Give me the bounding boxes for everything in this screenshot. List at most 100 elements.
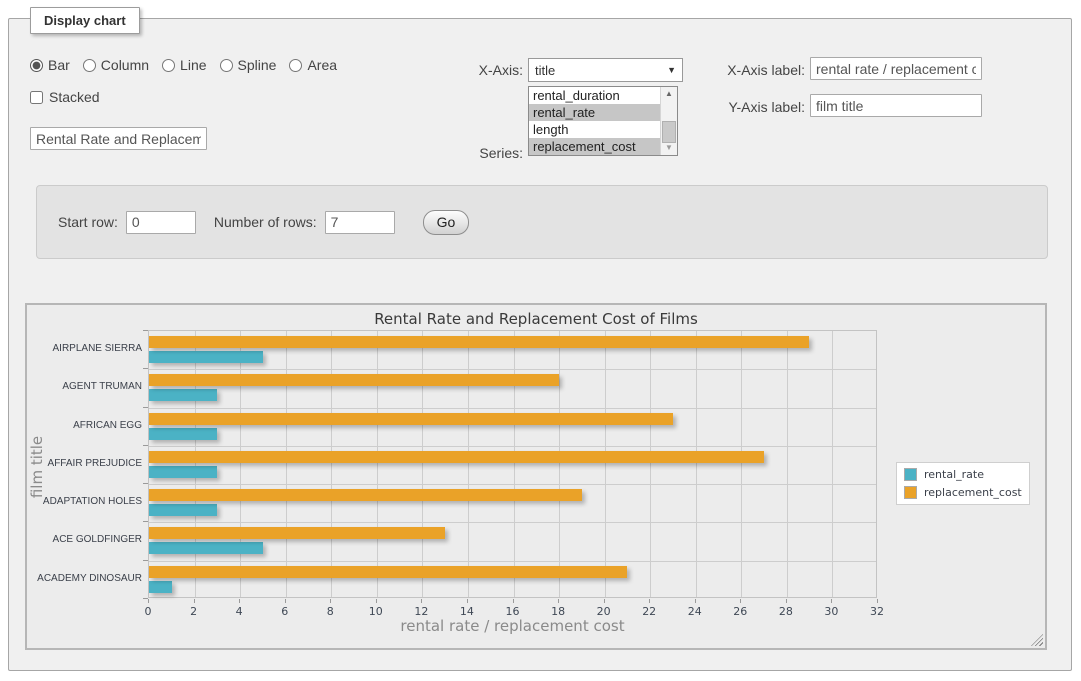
- series-scrollbar[interactable]: ▲ ▼: [660, 87, 677, 155]
- x-tick-mark: [695, 599, 696, 603]
- category-label: AFRICAN EGG: [29, 420, 142, 432]
- gridline-vertical: [331, 331, 332, 597]
- gridline-vertical: [696, 331, 697, 597]
- gridline-vertical: [559, 331, 560, 597]
- stacked-checkbox[interactable]: [30, 91, 43, 104]
- chart-type-radio-group: Bar Column Line Spline Area: [30, 57, 337, 73]
- y-tick-mark: [143, 407, 148, 408]
- x-axis-selected-value: title: [529, 63, 667, 78]
- series-option-rental-rate[interactable]: rental_rate: [529, 104, 660, 121]
- chart-plot-area: [148, 330, 877, 598]
- chart-type-option-area[interactable]: Area: [289, 57, 337, 73]
- x-tick-mark: [513, 599, 514, 603]
- chart-type-label-column: Column: [101, 57, 149, 73]
- chart-type-option-column[interactable]: Column: [83, 57, 149, 73]
- x-tick-mark: [740, 599, 741, 603]
- series-option-rental-duration[interactable]: rental_duration: [529, 87, 660, 104]
- legend-label: rental_rate: [924, 468, 984, 481]
- x-axis-select-label: X-Axis:: [449, 62, 523, 78]
- gridline-vertical: [468, 331, 469, 597]
- chart-type-option-bar[interactable]: Bar: [30, 57, 70, 73]
- gridline-vertical: [286, 331, 287, 597]
- chart-type-radio-line[interactable]: [162, 59, 175, 72]
- gridline-horizontal: [149, 446, 876, 447]
- chart-type-option-spline[interactable]: Spline: [220, 57, 277, 73]
- x-tick-mark: [148, 599, 149, 603]
- series-list-label: Series:: [449, 145, 523, 161]
- chart-type-radio-column[interactable]: [83, 59, 96, 72]
- legend-swatch-rental_rate: [904, 468, 917, 481]
- x-axis-select[interactable]: title ▼: [528, 58, 683, 82]
- bar-replacement_cost: [149, 451, 764, 463]
- gridline-horizontal: [149, 484, 876, 485]
- y-tick-mark: [143, 521, 148, 522]
- gridline-vertical: [422, 331, 423, 597]
- bar-replacement_cost: [149, 489, 582, 501]
- chart-title-input[interactable]: [30, 127, 207, 150]
- x-tick-mark: [467, 599, 468, 603]
- chart-type-radio-spline[interactable]: [220, 59, 233, 72]
- bar-replacement_cost: [149, 336, 809, 348]
- legend-item: rental_rate: [904, 468, 1022, 481]
- y-tick-mark: [143, 330, 148, 331]
- gridline-horizontal: [149, 522, 876, 523]
- scrollbar-thumb[interactable]: [662, 121, 676, 143]
- stacked-label: Stacked: [49, 89, 100, 105]
- gridline-vertical: [195, 331, 196, 597]
- bar-rental_rate: [149, 466, 217, 478]
- legend-swatch-replacement_cost: [904, 486, 917, 499]
- chart-legend: rental_rate replacement_cost: [896, 462, 1030, 505]
- display-chart-panel: Display chart Bar Column Line Spline Are…: [8, 18, 1072, 671]
- bar-replacement_cost: [149, 374, 559, 386]
- gridline-vertical: [741, 331, 742, 597]
- x-tick-mark: [239, 599, 240, 603]
- y-tick-mark: [143, 483, 148, 484]
- bar-rental_rate: [149, 428, 217, 440]
- y-axis-label-input[interactable]: [810, 94, 982, 117]
- x-tick-mark: [604, 599, 605, 603]
- bar-rental_rate: [149, 542, 263, 554]
- bar-rental_rate: [149, 581, 172, 593]
- bar-rental_rate: [149, 351, 263, 363]
- series-option-replacement-cost[interactable]: replacement_cost: [529, 138, 660, 155]
- category-label: AFFAIR PREJUDICE: [29, 458, 142, 470]
- legend-label: replacement_cost: [924, 486, 1022, 499]
- gridline-vertical: [377, 331, 378, 597]
- chart-x-axis-title: rental rate / replacement cost: [148, 617, 877, 635]
- series-listbox[interactable]: rental_duration rental_rate length repla…: [528, 86, 678, 156]
- legend-item: replacement_cost: [904, 486, 1022, 499]
- chart-type-option-line[interactable]: Line: [162, 57, 206, 73]
- x-tick-mark: [831, 599, 832, 603]
- scroll-down-icon[interactable]: ▼: [661, 141, 677, 155]
- bar-replacement_cost: [149, 527, 445, 539]
- gridline-vertical: [240, 331, 241, 597]
- y-tick-mark: [143, 368, 148, 369]
- category-label: ACADEMY DINOSAUR: [29, 573, 142, 585]
- gridline-horizontal: [149, 369, 876, 370]
- category-label: AIRPLANE SIERRA: [29, 343, 142, 355]
- panel-legend: Display chart: [30, 7, 140, 34]
- x-tick-mark: [877, 599, 878, 603]
- series-options: rental_duration rental_rate length repla…: [529, 87, 660, 155]
- stacked-option[interactable]: Stacked: [30, 89, 100, 105]
- start-row-label: Start row:: [58, 214, 118, 230]
- start-row-input[interactable]: [126, 211, 196, 234]
- resize-handle-icon[interactable]: [1031, 634, 1043, 646]
- chart-type-label-area: Area: [307, 57, 337, 73]
- chart-title: Rental Rate and Replacement Cost of Film…: [27, 310, 1045, 328]
- bar-rental_rate: [149, 504, 217, 516]
- chart-container: Rental Rate and Replacement Cost of Film…: [25, 303, 1047, 650]
- gridline-vertical: [605, 331, 606, 597]
- x-axis-label-input[interactable]: [810, 57, 982, 80]
- gridline-horizontal: [149, 408, 876, 409]
- chart-type-radio-area[interactable]: [289, 59, 302, 72]
- category-label: ADAPTATION HOLES: [29, 496, 142, 508]
- go-button[interactable]: Go: [423, 210, 470, 235]
- bar-replacement_cost: [149, 566, 627, 578]
- series-option-length[interactable]: length: [529, 121, 660, 138]
- row-range-box: Start row: Number of rows: Go: [36, 185, 1048, 259]
- scroll-up-icon[interactable]: ▲: [661, 87, 677, 101]
- y-tick-mark: [143, 560, 148, 561]
- chart-type-radio-bar[interactable]: [30, 59, 43, 72]
- num-rows-input[interactable]: [325, 211, 395, 234]
